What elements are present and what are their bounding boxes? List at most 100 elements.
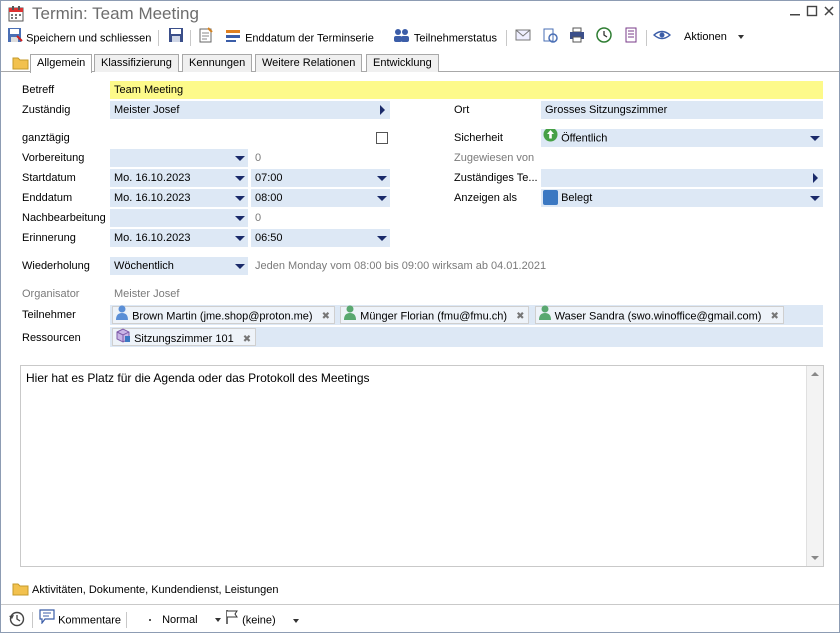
location-field[interactable]: Grosses Sitzungszimmer (541, 101, 823, 119)
chevron-down-icon (810, 136, 820, 141)
clock-icon (596, 27, 612, 50)
chevron-right-icon (380, 105, 385, 115)
reminder-time-field[interactable]: 06:50 (251, 229, 390, 247)
notes-button[interactable] (623, 27, 639, 47)
print-button[interactable] (569, 27, 585, 47)
participants-field[interactable]: Brown Martin (jme.shop@proton.me) ✖ Müng… (110, 305, 823, 325)
memo-scrollbar[interactable] (806, 366, 823, 566)
actions-label: Aktionen (684, 31, 727, 43)
tab-allgemein[interactable]: Allgemein (30, 54, 93, 73)
toolbar: Speichern und schliessen Enddatum der Te… (1, 27, 839, 49)
show-as-value: Belegt (561, 192, 593, 204)
remove-icon[interactable]: ✖ (516, 311, 524, 322)
comments-button[interactable]: Kommentare (39, 609, 122, 629)
mail-button[interactable] (515, 27, 531, 47)
print-icon (569, 27, 585, 50)
calendar-icon (8, 6, 24, 25)
checklist-button[interactable] (198, 27, 214, 47)
allday-checkbox[interactable] (376, 132, 388, 144)
responsible-team-field[interactable] (541, 169, 823, 187)
toolbar-separator (158, 30, 159, 46)
attach-icon (542, 27, 558, 50)
scroll-up-icon[interactable] (811, 372, 819, 376)
repeat-select[interactable]: Wöchentlich (110, 257, 248, 275)
flag-value: (keine) (242, 614, 276, 627)
chevron-down-icon (235, 196, 245, 201)
toolbar-separator (506, 30, 507, 46)
view-button[interactable] (652, 27, 672, 50)
memo-editor[interactable]: Hier hat es Platz für die Agenda oder da… (20, 365, 824, 567)
status-divider (1, 604, 839, 605)
prep-select[interactable] (110, 149, 248, 167)
start-date-field[interactable]: Mo. 16.10.2023 (110, 169, 248, 187)
organizer-label: Organisator (22, 288, 80, 300)
responsible-team-label: Zuständiges Te... (454, 172, 538, 184)
title-bar: Termin: Team Meeting (1, 1, 839, 27)
remove-icon[interactable]: ✖ (243, 334, 251, 345)
close-button[interactable] (821, 5, 837, 21)
responsible-field[interactable]: Meister Josef (110, 101, 390, 119)
end-series-button[interactable]: Enddatum der Terminserie (225, 27, 374, 47)
reminder-date-field[interactable]: Mo. 16.10.2023 (110, 229, 248, 247)
actions-menu[interactable]: Aktionen (684, 27, 744, 47)
related-section-link[interactable]: Aktivitäten, Dokumente, Kundendienst, Le… (32, 581, 278, 599)
bullet-icon (149, 619, 151, 622)
chevron-down-icon (377, 176, 387, 181)
post-select[interactable] (110, 209, 248, 227)
start-time-value: 07:00 (255, 172, 283, 184)
resources-field[interactable]: Sitzungszimmer 101 ✖ (110, 327, 823, 347)
priority-value: Normal (162, 614, 198, 626)
security-value: Öffentlich (561, 132, 608, 145)
chevron-down-icon (235, 216, 245, 221)
end-label: Enddatum (22, 192, 73, 204)
tab-klassifizierung[interactable]: Klassifizierung (94, 54, 179, 72)
eye-icon (652, 27, 672, 50)
reminder-time-value: 06:50 (255, 232, 283, 244)
start-time-field[interactable]: 07:00 (251, 169, 390, 187)
location-value: Grosses Sitzungszimmer (545, 104, 668, 116)
assigned-label: Zugewiesen von (454, 152, 535, 164)
resource-chip[interactable]: Sitzungszimmer 101 ✖ (112, 328, 257, 346)
history-icon[interactable] (9, 611, 25, 630)
minimize-button[interactable] (787, 5, 803, 21)
save-button[interactable] (168, 27, 184, 47)
tab-kennungen[interactable]: Kennungen (182, 54, 253, 72)
scroll-down-icon[interactable] (811, 556, 819, 560)
remove-icon[interactable]: ✖ (770, 311, 778, 322)
chevron-down-icon (235, 156, 245, 161)
flag-menu[interactable]: (keine) (225, 610, 299, 629)
reminder-label: Erinnerung (22, 232, 76, 244)
post-value: 0 (255, 212, 262, 224)
status-separator (126, 612, 127, 628)
maximize-button[interactable] (804, 5, 820, 21)
chevron-down-icon (214, 618, 221, 623)
participant-chip[interactable]: Waser Sandra (swo.winoffice@gmail.com) ✖ (534, 305, 784, 326)
comments-label: Kommentare (58, 614, 122, 627)
organizer-value: Meister Josef (114, 288, 180, 300)
end-date-field[interactable]: Mo. 16.10.2023 (110, 189, 248, 207)
participant-chip[interactable]: Münger Florian (fmu@fmu.ch) ✖ (340, 305, 530, 324)
person-icon (538, 305, 552, 326)
person-icon (115, 305, 129, 326)
tab-entwicklung[interactable]: Entwicklung (366, 54, 439, 72)
end-time-field[interactable]: 08:00 (251, 189, 390, 207)
subject-label: Betreff (22, 84, 55, 96)
show-as-field[interactable]: Belegt (541, 189, 823, 207)
security-field[interactable]: Öffentlich (541, 129, 823, 147)
priority-menu[interactable]: Normal (149, 611, 221, 629)
chevron-down-icon (737, 35, 744, 40)
toolbar-separator (646, 30, 647, 46)
subject-field[interactable]: Team Meeting (110, 81, 823, 99)
tab-weitere-relationen[interactable]: Weitere Relationen (255, 54, 363, 72)
participant-status-button[interactable]: Teilnehmerstatus (393, 27, 497, 47)
people-icon (393, 27, 411, 50)
series-end-icon (225, 27, 242, 50)
end-date-value: Mo. 16.10.2023 (114, 192, 191, 204)
save-close-button[interactable]: Speichern und schliessen (7, 27, 151, 47)
attach-button[interactable] (542, 27, 558, 47)
clock-button[interactable] (596, 27, 612, 47)
chevron-down-icon (377, 236, 387, 241)
participant-chip[interactable]: Brown Martin (jme.shop@proton.me) ✖ (112, 305, 336, 326)
chevron-down-icon (235, 236, 245, 241)
remove-icon[interactable]: ✖ (322, 311, 330, 322)
